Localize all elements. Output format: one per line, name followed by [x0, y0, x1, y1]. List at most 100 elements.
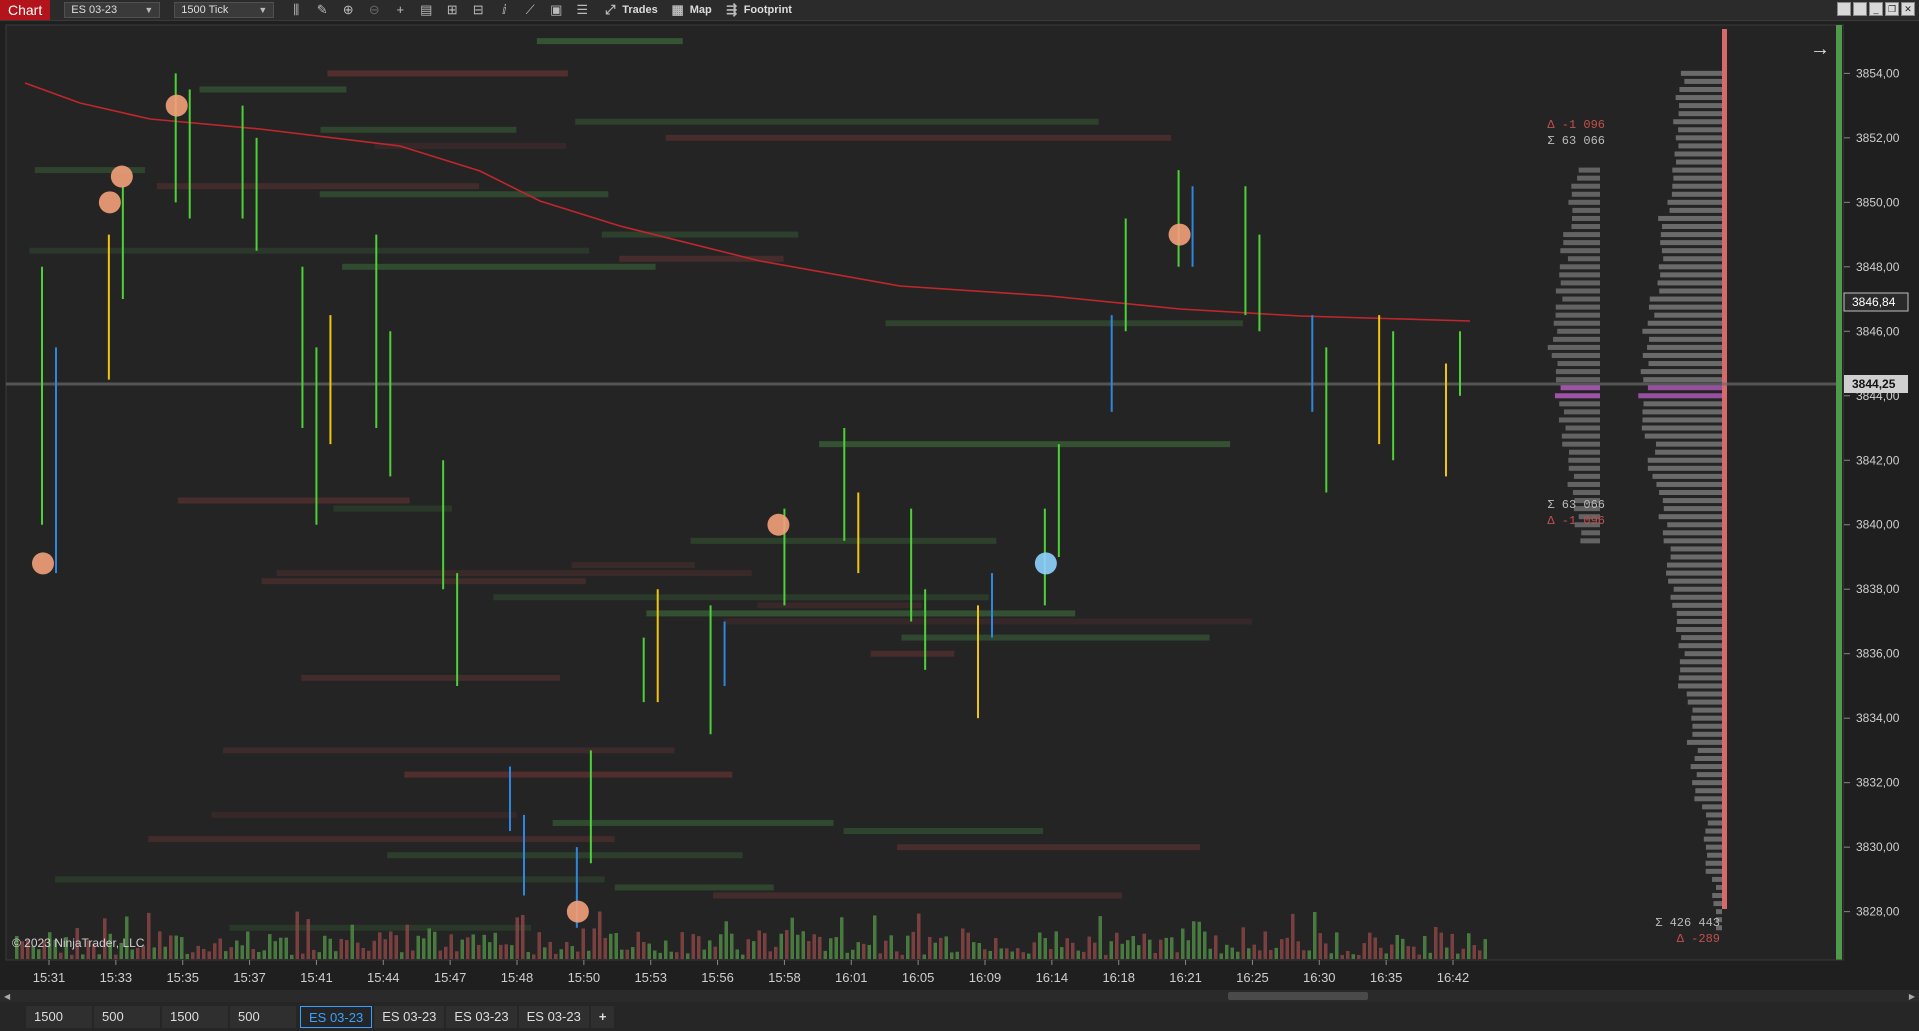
volume-bar: [1181, 928, 1185, 959]
volume-bar: [1104, 954, 1108, 959]
volume-bar: [218, 938, 222, 959]
draw-tool-icon[interactable]: ✎: [314, 2, 330, 18]
tab-500[interactable]: 500: [94, 1005, 160, 1028]
scrollbar-thumb[interactable]: [1228, 992, 1368, 1000]
volume-bar: [1082, 951, 1086, 959]
volume-bar: [1208, 948, 1212, 959]
zoom-in-icon[interactable]: ⊕: [340, 2, 356, 18]
add-tab-button[interactable]: +: [590, 1005, 615, 1028]
volume-bar: [1395, 934, 1399, 959]
tab-es-active[interactable]: ES 03-23: [300, 1005, 373, 1028]
volume-bar: [554, 953, 558, 959]
session-profile-row: [1555, 312, 1600, 318]
crosshair-icon[interactable]: +: [392, 2, 408, 18]
properties-icon[interactable]: ⊞: [444, 2, 460, 18]
trade-bubble[interactable]: [1034, 552, 1057, 575]
volume-bar: [1313, 912, 1317, 959]
close-icon[interactable]: ✕: [1901, 2, 1915, 16]
session-profile-row: [1560, 385, 1600, 391]
current-price-label: 3844,25: [1852, 377, 1896, 391]
scroll-left-icon[interactable]: ◀: [4, 992, 10, 1001]
footprint-button[interactable]: ⇶ Footprint: [724, 2, 792, 18]
list-icon[interactable]: ☰: [574, 2, 590, 18]
minimize-icon[interactable]: _: [1869, 2, 1883, 16]
trade-bubble[interactable]: [767, 513, 790, 536]
profile-row: [1662, 530, 1722, 536]
tile-alt-icon[interactable]: [1853, 2, 1867, 16]
profile-row: [1675, 135, 1722, 141]
price-tick-label: 3834,00: [1856, 711, 1900, 725]
tab-es-4[interactable]: ES 03-23: [518, 1005, 589, 1028]
volume-bar: [895, 951, 899, 959]
session-profile-row: [1571, 224, 1600, 230]
tab-es-2[interactable]: ES 03-23: [374, 1005, 445, 1028]
volume-bar: [911, 931, 915, 959]
zoom-out-icon[interactable]: ⊖: [366, 2, 382, 18]
price-tick-label: 3828,00: [1856, 905, 1900, 919]
volume-bar: [1016, 948, 1020, 959]
time-tick-label: 15:58: [768, 970, 801, 985]
tab-1500[interactable]: 1500: [26, 1005, 92, 1028]
volume-bar: [862, 943, 866, 959]
data-box-icon[interactable]: ▤: [418, 2, 434, 18]
profile-row: [1648, 361, 1722, 367]
chart-trader-icon[interactable]: ▣: [548, 2, 564, 18]
tab-es-3[interactable]: ES 03-23: [446, 1005, 517, 1028]
profile-row: [1648, 304, 1722, 310]
liquidity-band: [374, 142, 567, 149]
volume-bar: [306, 919, 310, 959]
trade-bubble[interactable]: [32, 552, 54, 575]
volume-bar: [614, 933, 618, 959]
volume-bar: [565, 941, 569, 959]
volume-bar: [521, 915, 525, 959]
volume-bar: [928, 936, 932, 959]
volume-bar: [1346, 950, 1350, 959]
tab-500-b[interactable]: 500: [230, 1005, 296, 1028]
volume-bar: [581, 928, 585, 959]
interval-selector[interactable]: 1500 Tick ▼: [174, 2, 275, 18]
bar-type-icon[interactable]: ⫼: [288, 2, 304, 18]
horizontal-scrollbar[interactable]: ◀ ▶: [0, 990, 1919, 1002]
price-chart[interactable]: Δ -1 096 Σ 63 066 Σ 63 066 Δ -1 096 Σ 42…: [0, 21, 1919, 990]
volume-bar: [818, 936, 822, 959]
volume-bar: [889, 935, 893, 959]
price-tick-label: 3842,00: [1856, 453, 1900, 467]
liquidity-band: [156, 183, 480, 190]
profile-value-bar: [1722, 29, 1727, 909]
scroll-right-icon[interactable]: ▶: [1909, 992, 1915, 1001]
volume-bar: [1010, 951, 1014, 959]
volume-bar: [812, 934, 816, 959]
volume-bar: [229, 947, 233, 959]
profile-row: [1663, 538, 1722, 544]
trade-bubble[interactable]: [165, 94, 188, 117]
trades-button[interactable]: ⤢ Trades: [602, 2, 658, 18]
trade-bubble[interactable]: [110, 165, 133, 188]
profile-row: [1640, 369, 1722, 375]
profile-row: [1655, 449, 1722, 455]
profile-row: [1707, 820, 1722, 826]
strategies-icon[interactable]: ⟋: [522, 2, 538, 18]
footprint-icon: ⇶: [726, 2, 738, 17]
profile-row: [1672, 183, 1722, 189]
scroll-right-arrow-icon[interactable]: →: [1810, 38, 1830, 60]
indicators-icon[interactable]: ⅈ: [496, 2, 512, 18]
profile-row: [1678, 675, 1722, 681]
templates-icon[interactable]: ⊟: [470, 2, 486, 18]
trade-bubble[interactable]: [1168, 223, 1191, 246]
restore-icon[interactable]: ❐: [1885, 2, 1899, 16]
profile-row: [1694, 755, 1722, 761]
trade-bubble[interactable]: [98, 191, 121, 214]
chart-window-tab[interactable]: Chart: [0, 0, 51, 20]
profile-row: [1670, 554, 1722, 560]
trade-bubble[interactable]: [566, 900, 589, 923]
volume-bar: [97, 954, 101, 959]
tab-1500-b[interactable]: 1500: [162, 1005, 228, 1028]
tile-icon[interactable]: [1837, 2, 1851, 16]
profile-row: [1673, 586, 1722, 592]
session-profile-row: [1555, 288, 1600, 294]
instrument-selector[interactable]: ES 03-23 ▼: [64, 2, 161, 18]
map-button[interactable]: ▦ Map: [670, 2, 712, 18]
volume-bar: [493, 932, 497, 959]
volume-bar: [224, 951, 228, 959]
volume-bar: [950, 952, 954, 959]
